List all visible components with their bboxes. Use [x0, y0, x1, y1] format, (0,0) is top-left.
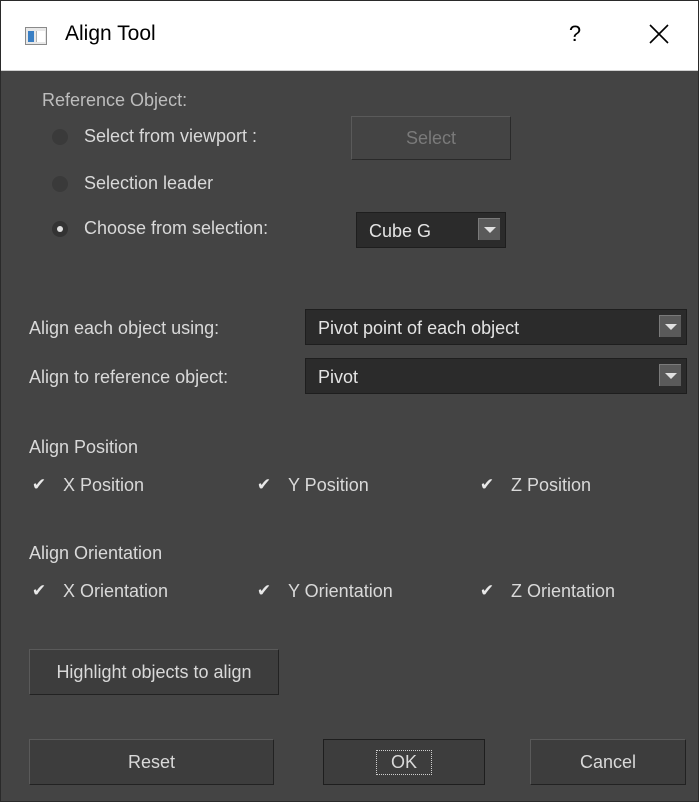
chevron-down-icon [478, 218, 500, 240]
ok-button[interactable]: OK [323, 739, 485, 785]
x-position-checkbox[interactable]: ✔ [29, 475, 49, 495]
x-position-label[interactable]: X Position [63, 475, 144, 496]
z-orientation-label[interactable]: Z Orientation [511, 581, 615, 602]
align-each-object-label: Align each object using: [29, 318, 220, 338]
align-to-reference-value: Pivot [318, 367, 359, 387]
z-position-checkbox[interactable]: ✔ [477, 475, 497, 495]
help-button[interactable]: ? [561, 18, 589, 50]
y-orientation-label[interactable]: Y Orientation [288, 581, 393, 602]
radio-select-from-viewport-label[interactable]: Select from viewport : [84, 126, 257, 147]
radio-select-from-viewport[interactable] [52, 129, 68, 145]
window-title: Align Tool [65, 22, 156, 45]
radio-choose-from-selection[interactable] [52, 221, 68, 237]
align-position-heading: Align Position [29, 437, 139, 457]
align-each-object-dropdown[interactable]: Pivot point of each object [305, 309, 687, 345]
z-orientation-checkbox[interactable]: ✔ [477, 581, 497, 601]
select-button[interactable]: Select [351, 116, 511, 160]
close-icon [649, 24, 669, 44]
align-to-reference-dropdown[interactable]: Pivot [305, 358, 687, 394]
y-orientation-checkbox[interactable]: ✔ [254, 581, 274, 601]
radio-selection-leader[interactable] [52, 176, 68, 192]
radio-selection-leader-label[interactable]: Selection leader [84, 173, 213, 194]
app-window-icon [25, 27, 47, 45]
cancel-button[interactable]: Cancel [530, 739, 686, 785]
y-position-label[interactable]: Y Position [288, 475, 369, 496]
reset-button[interactable]: Reset [29, 739, 274, 785]
ok-button-label: OK [375, 749, 432, 775]
reference-object-heading: Reference Object: [42, 90, 188, 110]
z-position-label[interactable]: Z Position [511, 475, 591, 496]
chevron-down-icon [659, 315, 681, 337]
x-orientation-checkbox[interactable]: ✔ [29, 581, 49, 601]
align-orientation-heading: Align Orientation [29, 543, 163, 563]
highlight-objects-button[interactable]: Highlight objects to align [29, 649, 279, 695]
y-position-checkbox[interactable]: ✔ [254, 475, 274, 495]
choose-from-selection-value: Cube G [369, 221, 432, 241]
radio-choose-from-selection-label[interactable]: Choose from selection: [84, 218, 268, 239]
title-bar: Align Tool ? [1, 1, 698, 71]
x-orientation-label[interactable]: X Orientation [63, 581, 168, 602]
align-tool-dialog: Align Tool ? Reference Object: Select fr… [0, 0, 699, 802]
close-button[interactable] [641, 18, 677, 50]
align-to-reference-label: Align to reference object: [29, 367, 229, 387]
align-each-object-value: Pivot point of each object [318, 318, 520, 338]
choose-from-selection-dropdown[interactable]: Cube G [356, 212, 506, 248]
chevron-down-icon [659, 364, 681, 386]
